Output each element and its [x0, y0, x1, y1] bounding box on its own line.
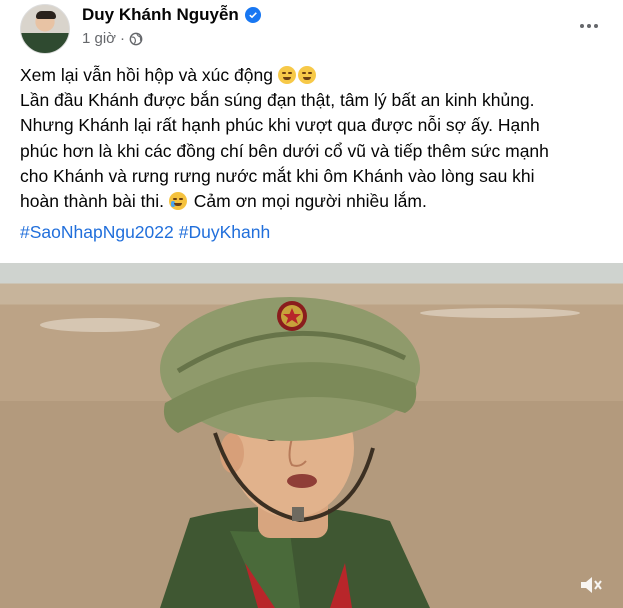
author-row: Duy Khánh Nguyễn — [82, 5, 261, 25]
hashtag-link[interactable]: #DuyKhanh — [179, 222, 270, 243]
post-video[interactable] — [0, 263, 623, 608]
post-line-6: hoàn thành bài thi. Cảm ơn mọi người nhi… — [20, 189, 615, 214]
post-line-5: cho Khánh và rưng rưng nước mắt khi ôm K… — [20, 165, 535, 186]
post-line-6-text: hoàn thành bài thi. — [20, 191, 165, 212]
post-line-4: phúc hơn là khi các đồng chí bên dưới cổ… — [20, 140, 549, 161]
meta-separator: · — [120, 30, 126, 47]
post-line-7-text: Cảm ơn mọi người nhiều lắm. — [193, 191, 427, 212]
post-header: Duy Khánh Nguyễn 1 giờ · — [0, 0, 623, 60]
post-message: Xem lại vẫn hồi hộp và xúc động Lần đầu … — [20, 63, 615, 214]
post-line-1-text: Xem lại vẫn hồi hộp và xúc động — [20, 65, 273, 85]
post-time[interactable]: 1 giờ — [82, 30, 116, 47]
globe-icon[interactable] — [129, 32, 143, 46]
post-line-1: Xem lại vẫn hồi hộp và xúc động — [20, 63, 615, 88]
post-line-3: Nhưng Khánh lại rất hạnh phúc khi vượt q… — [20, 115, 540, 136]
anguished-face-emoji-icon — [297, 66, 316, 84]
anguished-face-emoji-icon — [277, 66, 296, 84]
more-options-icon[interactable] — [575, 12, 603, 40]
soldier-illustration — [160, 297, 430, 608]
pleading-face-emoji-icon — [168, 192, 187, 211]
author-name[interactable]: Duy Khánh Nguyễn — [82, 5, 239, 25]
hashtag-list: #SaoNhapNgu2022 #DuyKhanh — [20, 222, 270, 243]
post-line-2: Lần đầu Khánh được bắn súng đạn thật, tâ… — [20, 90, 535, 111]
hashtag-link[interactable]: #SaoNhapNgu2022 — [20, 222, 174, 243]
speaker-icon[interactable] — [579, 574, 605, 596]
post-meta: 1 giờ · — [82, 30, 143, 47]
author-avatar[interactable] — [20, 4, 70, 54]
verified-badge-icon — [244, 7, 261, 23]
